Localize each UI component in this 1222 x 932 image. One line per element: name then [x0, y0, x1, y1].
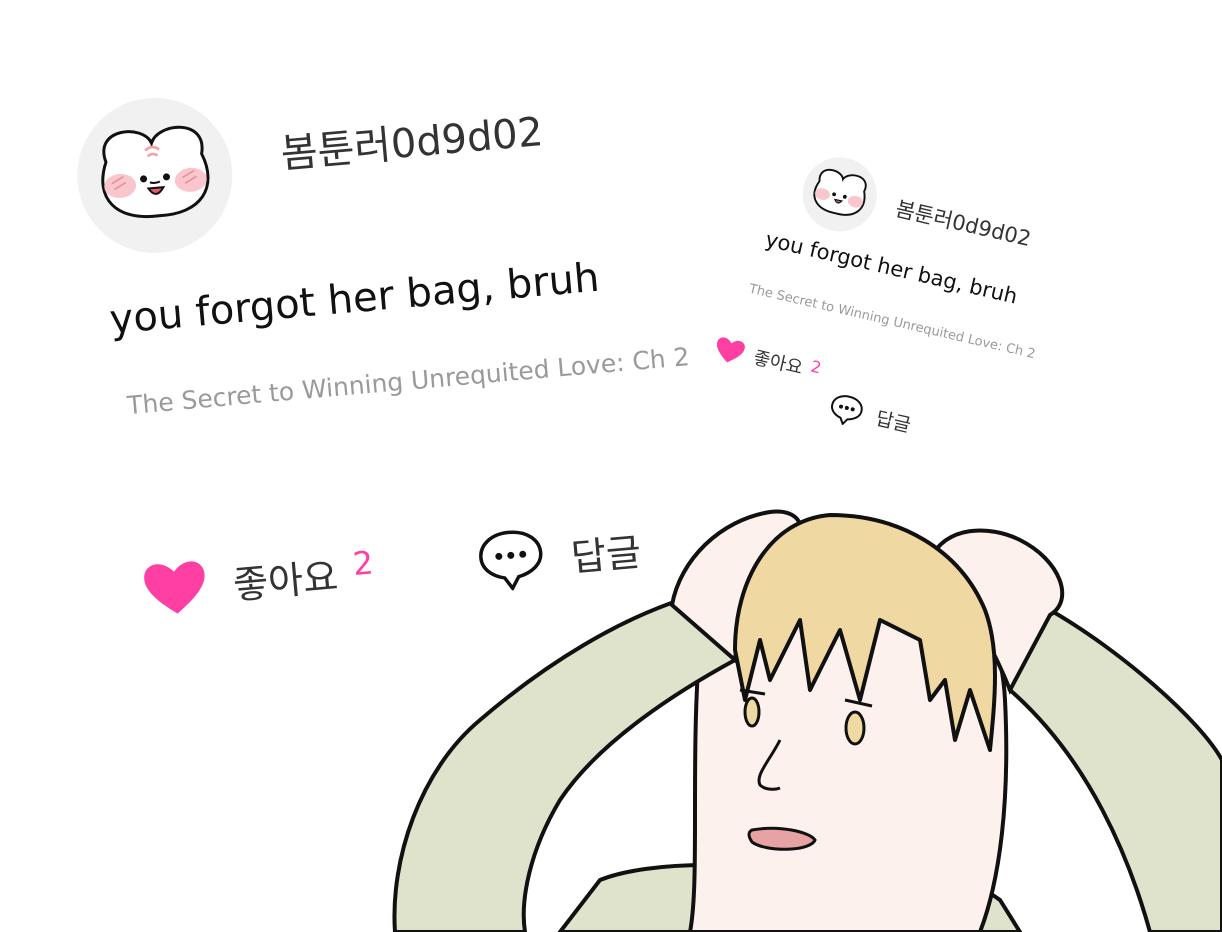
reply-label: 답글 — [873, 407, 913, 437]
stressed-man-illustration — [392, 509, 1222, 932]
